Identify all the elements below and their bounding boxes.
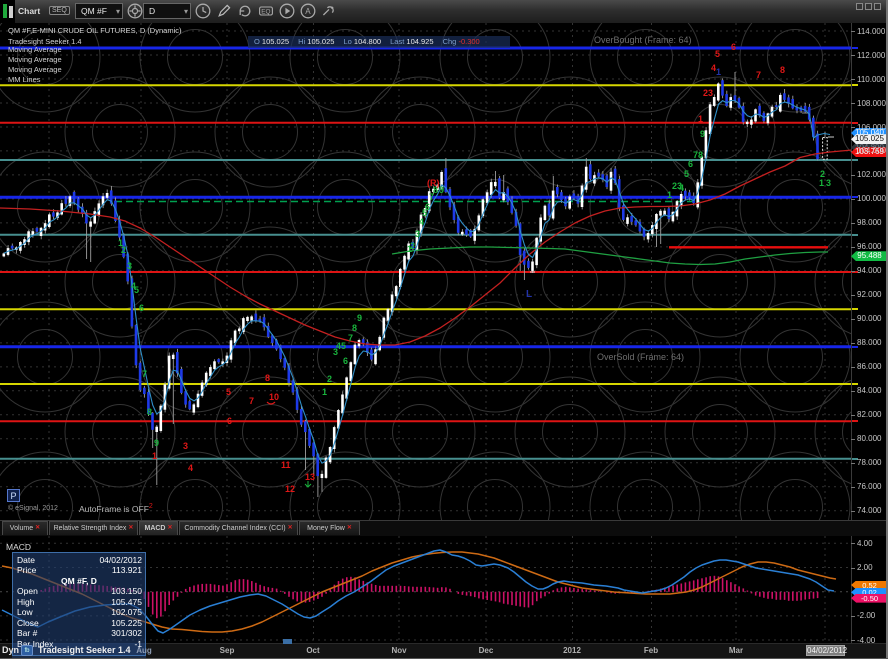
svg-text:3: 3: [127, 261, 132, 271]
svg-text:6: 6: [227, 416, 232, 426]
svg-text:8: 8: [352, 323, 357, 333]
svg-text:78: 78: [693, 150, 703, 160]
svg-text:5: 5: [684, 169, 689, 179]
svg-text:9: 9: [439, 185, 444, 195]
svg-text:9: 9: [357, 313, 362, 323]
svg-text:2: 2: [121, 245, 126, 255]
svg-text:3: 3: [826, 178, 831, 188]
svg-text:7: 7: [142, 369, 147, 379]
svg-text:OverBought (Frame: 64): OverBought (Frame: 64): [594, 35, 692, 45]
svg-text:1: 1: [322, 387, 327, 397]
svg-text:6: 6: [343, 356, 348, 366]
svg-text:10: 10: [269, 392, 279, 402]
svg-text:A: A: [305, 7, 311, 16]
svg-text:23: 23: [703, 88, 713, 98]
svg-text:3: 3: [415, 229, 420, 239]
svg-text:3: 3: [183, 441, 188, 451]
svg-text:1: 1: [667, 190, 672, 200]
svg-text:L: L: [526, 289, 532, 300]
svg-text:8: 8: [780, 65, 785, 75]
svg-text:9: 9: [154, 438, 159, 448]
svg-text:8: 8: [147, 407, 152, 417]
svg-text:45: 45: [336, 341, 346, 351]
svg-text:OverSold (Frame: 64): OverSold (Frame: 64): [597, 352, 684, 362]
svg-text:7: 7: [756, 70, 761, 80]
svg-text:1: 1: [698, 114, 703, 124]
svg-text:(R): (R): [427, 178, 440, 188]
svg-text:5: 5: [134, 285, 139, 295]
svg-text:2: 2: [820, 169, 825, 179]
svg-text:4: 4: [188, 463, 193, 473]
svg-text:9: 9: [700, 129, 705, 139]
svg-text:5: 5: [715, 49, 720, 59]
svg-text:2: 2: [327, 374, 332, 384]
svg-text:7: 7: [348, 333, 353, 343]
svg-text:13: 13: [305, 472, 315, 482]
svg-text:4: 4: [419, 217, 424, 227]
svg-text:6: 6: [688, 159, 693, 169]
svg-text:5: 5: [226, 387, 231, 397]
svg-text:11: 11: [281, 460, 291, 470]
svg-text:2: 2: [410, 241, 415, 251]
svg-text:8: 8: [265, 373, 270, 383]
svg-text:6: 6: [139, 303, 144, 313]
svg-text:1: 1: [716, 67, 721, 77]
svg-text:6: 6: [425, 202, 430, 212]
svg-text:EQ: EQ: [261, 8, 270, 15]
svg-text:12: 12: [285, 484, 295, 494]
svg-text:6: 6: [731, 42, 736, 52]
svg-text:7: 7: [249, 396, 254, 406]
svg-text:1: 1: [819, 178, 824, 188]
svg-text:1: 1: [152, 451, 157, 461]
svg-text:4: 4: [679, 183, 684, 193]
